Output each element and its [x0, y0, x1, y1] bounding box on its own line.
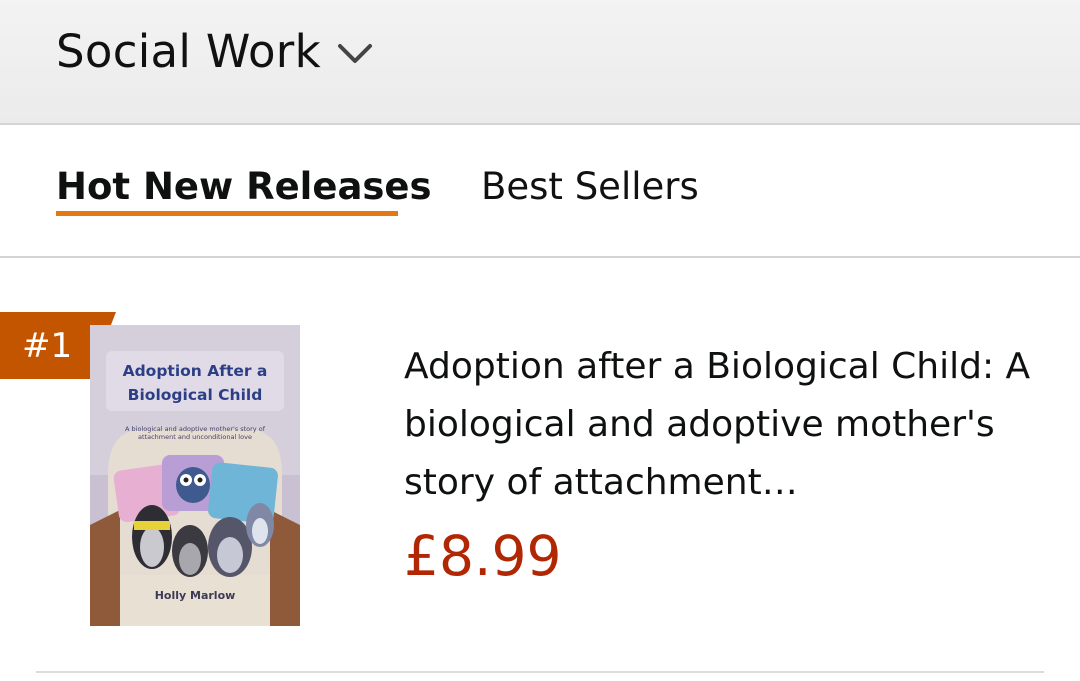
- book-cover-image[interactable]: Adoption After a Biological Child A biol…: [90, 325, 300, 626]
- divider: [36, 671, 1044, 673]
- product-title-link[interactable]: Adoption after a Biological Child: A bio…: [404, 338, 1044, 512]
- list-item: #1 Adoption After a Biological Child A b…: [0, 258, 1080, 672]
- product-price: £8.99: [404, 524, 562, 588]
- cover-title: Adoption After a Biological Child: [122, 362, 268, 404]
- active-tab-indicator: [56, 211, 398, 216]
- tab-bar: Hot New Releases Best Sellers: [0, 125, 1080, 258]
- category-dropdown[interactable]: Social Work: [56, 22, 375, 80]
- category-title: Social Work: [56, 24, 321, 78]
- chevron-down-icon: [337, 44, 372, 63]
- cover-author: Holly Marlow: [154, 589, 236, 602]
- tab-best-sellers[interactable]: Best Sellers: [481, 165, 699, 208]
- rank-number: #1: [22, 326, 73, 366]
- category-header: Social Work: [0, 0, 1080, 125]
- cover-subtitle: A biological and adoptive mother's story…: [125, 425, 265, 441]
- tab-hot-new-releases[interactable]: Hot New Releases: [56, 165, 432, 208]
